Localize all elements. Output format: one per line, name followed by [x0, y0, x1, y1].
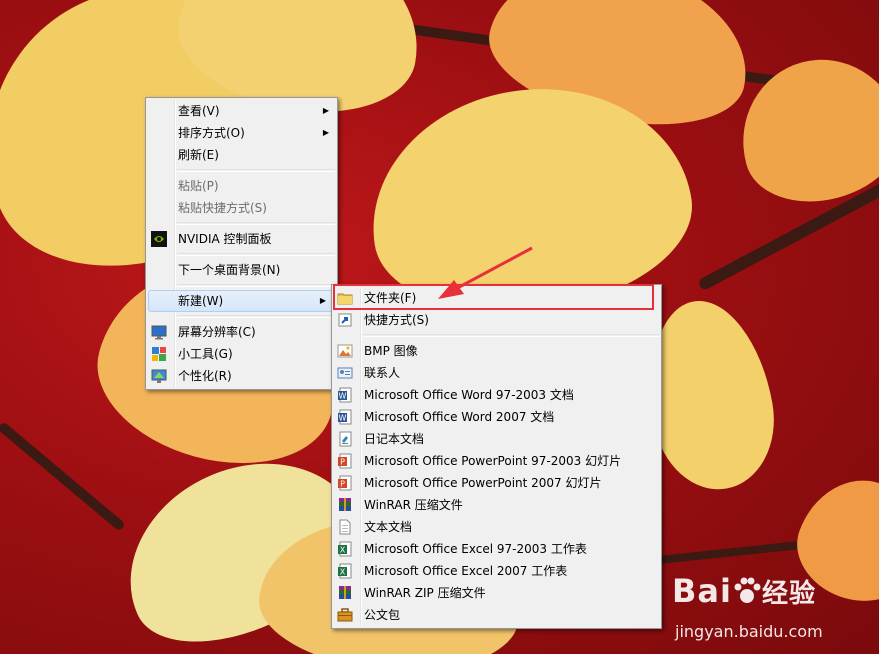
- new-winrar-zip-item[interactable]: WinRAR ZIP 压缩文件: [332, 582, 661, 604]
- new-powerpoint-2007-item[interactable]: P Microsoft Office PowerPoint 2007 幻灯片: [332, 472, 661, 494]
- menu-item-label: 新建(W): [178, 294, 224, 308]
- submenu-arrow-icon: ▶: [319, 296, 326, 305]
- menu-item-label: WinRAR ZIP 压缩文件: [364, 586, 486, 600]
- baidu-logo-text: Bai: [672, 572, 732, 610]
- new-word-97-2003-item[interactable]: W Microsoft Office Word 97-2003 文档: [332, 384, 661, 406]
- menu-separator: [177, 169, 335, 172]
- menu-item-paste: 粘贴(P): [146, 175, 337, 197]
- menu-item-label: 粘贴(P): [178, 179, 219, 193]
- menu-item-label: 小工具(G): [178, 347, 233, 361]
- nvidia-icon: [151, 231, 167, 247]
- winrar-icon: [337, 497, 353, 513]
- winrar-zip-icon: [337, 585, 353, 601]
- menu-item-label: NVIDIA 控制面板: [178, 232, 272, 246]
- menu-item-label: Microsoft Office Word 97-2003 文档: [364, 388, 574, 402]
- svg-text:W: W: [339, 392, 347, 401]
- powerpoint-icon: P: [337, 475, 353, 491]
- menu-item-label: Microsoft Office Word 2007 文档: [364, 410, 555, 424]
- menu-item-label: Microsoft Office Excel 2007 工作表: [364, 564, 568, 578]
- svg-text:P: P: [340, 458, 345, 467]
- excel-icon: X: [337, 541, 353, 557]
- personalize-icon: [151, 368, 167, 384]
- baidu-jingyan-watermark: Bai 经验 jingyan.baidu.com: [672, 572, 872, 648]
- menu-item-next-background[interactable]: 下一个桌面背景(N): [146, 259, 337, 281]
- powerpoint-icon: P: [337, 453, 353, 469]
- menu-item-label: 排序方式(O): [178, 126, 245, 140]
- new-word-2007-item[interactable]: W Microsoft Office Word 2007 文档: [332, 406, 661, 428]
- menu-item-label: Microsoft Office Excel 97-2003 工作表: [364, 542, 587, 556]
- menu-item-gadgets[interactable]: 小工具(G): [146, 343, 337, 365]
- menu-item-label: 刷新(E): [178, 148, 219, 162]
- menu-item-view[interactable]: 查看(V) ▶: [146, 100, 337, 122]
- menu-item-label: WinRAR 压缩文件: [364, 498, 463, 512]
- journal-icon: [337, 431, 353, 447]
- menu-item-label: 联系人: [364, 366, 401, 380]
- menu-item-label: 公文包: [364, 608, 401, 622]
- baidu-logo-cn-text: 经验: [761, 579, 816, 609]
- menu-item-label: Microsoft Office PowerPoint 2007 幻灯片: [364, 476, 602, 490]
- menu-item-label: 下一个桌面背景(N): [178, 263, 281, 277]
- svg-text:P: P: [340, 480, 345, 489]
- menu-item-label: Microsoft Office PowerPoint 97-2003 幻灯片: [364, 454, 622, 468]
- submenu-arrow-icon: ▶: [322, 128, 329, 137]
- menu-separator: [177, 284, 335, 287]
- baidu-logo: Bai 经验: [672, 572, 816, 610]
- wallpaper-branch: [0, 421, 126, 532]
- word-icon: W: [337, 387, 353, 403]
- menu-separator: [363, 334, 659, 337]
- menu-separator: [177, 222, 335, 225]
- menu-item-nvidia-control-panel[interactable]: NVIDIA 控制面板: [146, 228, 337, 250]
- word-icon: W: [337, 409, 353, 425]
- watermark-url: jingyan.baidu.com: [675, 622, 823, 641]
- menu-item-label: 屏幕分辨率(C): [178, 325, 256, 339]
- menu-item-sort-by[interactable]: 排序方式(O) ▶: [146, 122, 337, 144]
- menu-separator: [177, 253, 335, 256]
- bmp-image-icon: [337, 343, 353, 359]
- annotation-arrow-icon: [438, 246, 533, 299]
- new-powerpoint-97-2003-item[interactable]: P Microsoft Office PowerPoint 97-2003 幻灯…: [332, 450, 661, 472]
- new-excel-97-2003-item[interactable]: X Microsoft Office Excel 97-2003 工作表: [332, 538, 661, 560]
- menu-item-label: BMP 图像: [364, 344, 418, 358]
- menu-item-paste-shortcut: 粘贴快捷方式(S): [146, 197, 337, 219]
- text-document-icon: [337, 519, 353, 535]
- new-contact-item[interactable]: 联系人: [332, 362, 661, 384]
- menu-separator: [177, 315, 335, 318]
- excel-icon: X: [337, 563, 353, 579]
- submenu-arrow-icon: ▶: [322, 106, 329, 115]
- menu-item-refresh[interactable]: 刷新(E): [146, 144, 337, 166]
- menu-item-label: 粘贴快捷方式(S): [178, 201, 267, 215]
- menu-item-label: 文本文档: [364, 520, 413, 534]
- new-bmp-image-item[interactable]: BMP 图像: [332, 340, 661, 362]
- new-submenu: 文件夹(F) 快捷方式(S) BMP 图像 联系人 W Microsoft Of…: [331, 284, 662, 629]
- wallpaper-leaf: [724, 41, 879, 219]
- monitor-icon: [151, 324, 167, 340]
- new-winrar-archive-item[interactable]: WinRAR 压缩文件: [332, 494, 661, 516]
- new-briefcase-item[interactable]: 公文包: [332, 604, 661, 626]
- svg-text:X: X: [340, 568, 346, 577]
- menu-item-personalize[interactable]: 个性化(R): [146, 365, 337, 387]
- menu-item-screen-resolution[interactable]: 屏幕分辨率(C): [146, 321, 337, 343]
- svg-text:X: X: [340, 546, 346, 555]
- svg-text:W: W: [339, 414, 347, 423]
- shortcut-icon: [337, 312, 353, 328]
- menu-item-new[interactable]: 新建(W) ▶: [148, 290, 335, 312]
- new-journal-document-item[interactable]: 日记本文档: [332, 428, 661, 450]
- gadgets-icon: [151, 346, 167, 362]
- new-excel-2007-item[interactable]: X Microsoft Office Excel 2007 工作表: [332, 560, 661, 582]
- briefcase-icon: [337, 607, 353, 623]
- desktop-context-menu: 查看(V) ▶ 排序方式(O) ▶ 刷新(E) 粘贴(P) 粘贴快捷方式(S) …: [145, 97, 338, 390]
- menu-item-label: 快捷方式(S): [364, 313, 429, 327]
- new-text-document-item[interactable]: 文本文档: [332, 516, 661, 538]
- menu-item-label: 个性化(R): [178, 369, 232, 383]
- menu-item-label: 日记本文档: [364, 432, 425, 446]
- menu-item-label: 查看(V): [178, 104, 220, 118]
- contact-icon: [337, 365, 353, 381]
- new-shortcut-item[interactable]: 快捷方式(S): [332, 309, 661, 331]
- baidu-paw-icon: [732, 576, 762, 606]
